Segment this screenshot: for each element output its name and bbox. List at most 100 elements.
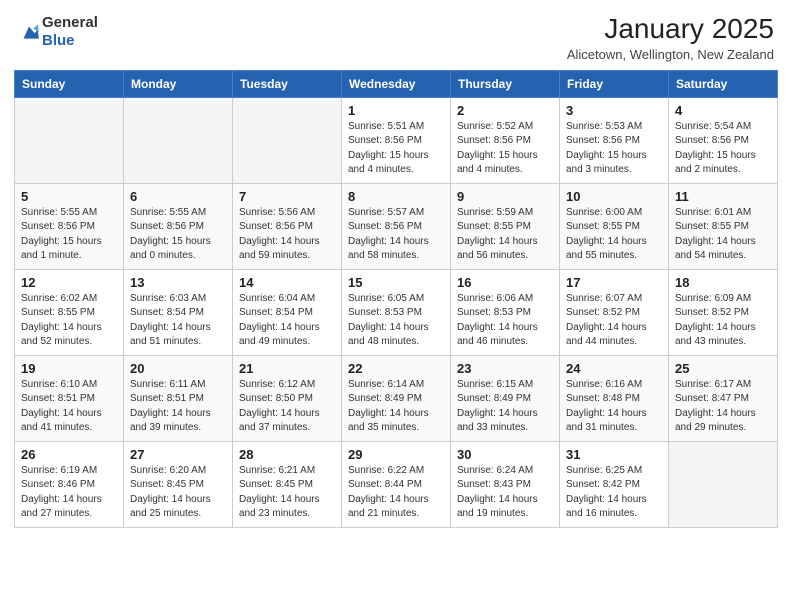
day-detail: Sunrise: 6:12 AMSunset: 8:50 PMDaylight:… bbox=[239, 378, 335, 436]
day-detail: Sunrise: 6:01 AMSunset: 8:55 PMDaylight:… bbox=[675, 206, 771, 264]
col-header-wednesday: Wednesday bbox=[342, 70, 451, 97]
day-cell: 15 Sunrise: 6:05 AMSunset: 8:53 PMDayligh… bbox=[342, 269, 451, 355]
day-cell: 28Sunrise: 6:21 AMSunset: 8:45 PMDayligh… bbox=[233, 441, 342, 527]
day-cell: 8 Sunrise: 5:57 AMSunset: 8:56 PMDaylight… bbox=[342, 183, 451, 269]
day-number: 8 bbox=[348, 189, 444, 204]
day-number: 17 bbox=[566, 275, 662, 290]
calendar-subtitle: Alicetown, Wellington, New Zealand bbox=[567, 47, 774, 62]
day-number: 10 bbox=[566, 189, 662, 204]
week-row-4: 19 Sunrise: 6:10 AMSunset: 8:51 PMDayligh… bbox=[15, 355, 778, 441]
day-detail: Sunrise: 5:55 AMSunset: 8:56 PMDaylight:… bbox=[21, 206, 117, 264]
day-detail: Sunrise: 6:22 AMSunset: 8:44 PMDaylight:… bbox=[348, 464, 444, 522]
calendar-body: 1 Sunrise: 5:51 AMSunset: 8:56 PMDaylight… bbox=[15, 97, 778, 527]
day-cell bbox=[233, 97, 342, 183]
day-number: 29 bbox=[348, 447, 444, 462]
day-detail: Sunrise: 6:20 AMSunset: 8:45 PMDaylight:… bbox=[130, 464, 226, 522]
day-cell: 30 Sunrise: 6:24 AMSunset: 8:43 PMDayligh… bbox=[451, 441, 560, 527]
day-cell bbox=[124, 97, 233, 183]
day-number: 15 bbox=[348, 275, 444, 290]
day-detail: Sunrise: 6:07 AMSunset: 8:52 PMDaylight:… bbox=[566, 292, 662, 350]
day-cell: 9 Sunrise: 5:59 AMSunset: 8:55 PMDaylight… bbox=[451, 183, 560, 269]
logo-general: General bbox=[42, 14, 98, 31]
day-detail: Sunrise: 6:06 AMSunset: 8:53 PMDaylight:… bbox=[457, 292, 553, 350]
day-detail: Sunrise: 6:14 AMSunset: 8:49 PMDaylight:… bbox=[348, 378, 444, 436]
col-header-saturday: Saturday bbox=[669, 70, 778, 97]
day-number: 31 bbox=[566, 447, 662, 462]
day-number: 19 bbox=[21, 361, 117, 376]
day-detail: Sunrise: 6:24 AMSunset: 8:43 PMDaylight:… bbox=[457, 464, 553, 522]
day-cell: 14Sunrise: 6:04 AMSunset: 8:54 PMDayligh… bbox=[233, 269, 342, 355]
day-detail: Sunrise: 6:11 AMSunset: 8:51 PMDaylight:… bbox=[130, 378, 226, 436]
day-number: 6 bbox=[130, 189, 226, 204]
day-cell: 6 Sunrise: 5:55 AMSunset: 8:56 PMDaylight… bbox=[124, 183, 233, 269]
day-cell: 23Sunrise: 6:15 AMSunset: 8:49 PMDayligh… bbox=[451, 355, 560, 441]
week-row-5: 26Sunrise: 6:19 AMSunset: 8:46 PMDayligh… bbox=[15, 441, 778, 527]
day-number: 24 bbox=[566, 361, 662, 376]
day-cell: 3Sunrise: 5:53 AMSunset: 8:56 PMDaylight… bbox=[560, 97, 669, 183]
day-number: 25 bbox=[675, 361, 771, 376]
day-detail: Sunrise: 6:25 AMSunset: 8:42 PMDaylight:… bbox=[566, 464, 662, 522]
day-detail: Sunrise: 6:03 AMSunset: 8:54 PMDaylight:… bbox=[130, 292, 226, 350]
day-cell bbox=[669, 441, 778, 527]
calendar-wrap: SundayMondayTuesdayWednesdayThursdayFrid… bbox=[0, 70, 792, 538]
day-cell: 17 Sunrise: 6:07 AMSunset: 8:52 PMDayligh… bbox=[560, 269, 669, 355]
day-cell: 31 Sunrise: 6:25 AMSunset: 8:42 PMDayligh… bbox=[560, 441, 669, 527]
day-number: 2 bbox=[457, 103, 553, 118]
title-block: January 2025 Alicetown, Wellington, New … bbox=[567, 14, 774, 62]
day-detail: Sunrise: 5:56 AMSunset: 8:56 PMDaylight:… bbox=[239, 206, 335, 264]
day-number: 5 bbox=[21, 189, 117, 204]
day-number: 27 bbox=[130, 447, 226, 462]
day-detail: Sunrise: 6:21 AMSunset: 8:45 PMDaylight:… bbox=[239, 464, 335, 522]
day-number: 7 bbox=[239, 189, 335, 204]
col-header-thursday: Thursday bbox=[451, 70, 560, 97]
day-cell: 13Sunrise: 6:03 AMSunset: 8:54 PMDayligh… bbox=[124, 269, 233, 355]
day-cell bbox=[15, 97, 124, 183]
day-cell: 20Sunrise: 6:11 AMSunset: 8:51 PMDayligh… bbox=[124, 355, 233, 441]
day-cell: 2 Sunrise: 5:52 AMSunset: 8:56 PMDaylight… bbox=[451, 97, 560, 183]
page: General Blue January 2025 Alicetown, Wel… bbox=[0, 0, 792, 612]
day-detail: Sunrise: 6:10 AMSunset: 8:51 PMDaylight:… bbox=[21, 378, 117, 436]
day-number: 21 bbox=[239, 361, 335, 376]
header-row: SundayMondayTuesdayWednesdayThursdayFrid… bbox=[15, 70, 778, 97]
day-number: 22 bbox=[348, 361, 444, 376]
calendar-table: SundayMondayTuesdayWednesdayThursdayFrid… bbox=[14, 70, 778, 528]
day-detail: Sunrise: 6:09 AMSunset: 8:52 PMDaylight:… bbox=[675, 292, 771, 350]
day-number: 4 bbox=[675, 103, 771, 118]
day-cell: 29 Sunrise: 6:22 AMSunset: 8:44 PMDayligh… bbox=[342, 441, 451, 527]
day-detail: Sunrise: 6:02 AMSunset: 8:55 PMDaylight:… bbox=[21, 292, 117, 350]
col-header-friday: Friday bbox=[560, 70, 669, 97]
week-row-1: 1 Sunrise: 5:51 AMSunset: 8:56 PMDaylight… bbox=[15, 97, 778, 183]
day-number: 3 bbox=[566, 103, 662, 118]
day-detail: Sunrise: 6:05 AMSunset: 8:53 PMDaylight:… bbox=[348, 292, 444, 350]
calendar-header: SundayMondayTuesdayWednesdayThursdayFrid… bbox=[15, 70, 778, 97]
day-detail: Sunrise: 6:16 AMSunset: 8:48 PMDaylight:… bbox=[566, 378, 662, 436]
header: General Blue January 2025 Alicetown, Wel… bbox=[0, 0, 792, 70]
col-header-tuesday: Tuesday bbox=[233, 70, 342, 97]
day-number: 12 bbox=[21, 275, 117, 290]
day-number: 26 bbox=[21, 447, 117, 462]
day-cell: 25 Sunrise: 6:17 AMSunset: 8:47 PMDayligh… bbox=[669, 355, 778, 441]
day-detail: Sunrise: 6:00 AMSunset: 8:55 PMDaylight:… bbox=[566, 206, 662, 264]
day-number: 16 bbox=[457, 275, 553, 290]
day-cell: 10 Sunrise: 6:00 AMSunset: 8:55 PMDayligh… bbox=[560, 183, 669, 269]
day-cell: 16 Sunrise: 6:06 AMSunset: 8:53 PMDayligh… bbox=[451, 269, 560, 355]
day-detail: Sunrise: 5:52 AMSunset: 8:56 PMDaylight:… bbox=[457, 120, 553, 178]
day-cell: 12 Sunrise: 6:02 AMSunset: 8:55 PMDayligh… bbox=[15, 269, 124, 355]
day-number: 9 bbox=[457, 189, 553, 204]
day-cell: 21 Sunrise: 6:12 AMSunset: 8:50 PMDayligh… bbox=[233, 355, 342, 441]
week-row-2: 5 Sunrise: 5:55 AMSunset: 8:56 PMDaylight… bbox=[15, 183, 778, 269]
day-detail: Sunrise: 6:17 AMSunset: 8:47 PMDaylight:… bbox=[675, 378, 771, 436]
day-number: 14 bbox=[239, 275, 335, 290]
day-detail: Sunrise: 5:57 AMSunset: 8:56 PMDaylight:… bbox=[348, 206, 444, 264]
day-number: 11 bbox=[675, 189, 771, 204]
day-detail: Sunrise: 5:55 AMSunset: 8:56 PMDaylight:… bbox=[130, 206, 226, 264]
col-header-monday: Monday bbox=[124, 70, 233, 97]
day-number: 1 bbox=[348, 103, 444, 118]
logo-icon bbox=[18, 21, 40, 43]
day-detail: Sunrise: 5:54 AMSunset: 8:56 PMDaylight:… bbox=[675, 120, 771, 178]
day-detail: Sunrise: 5:59 AMSunset: 8:55 PMDaylight:… bbox=[457, 206, 553, 264]
day-number: 30 bbox=[457, 447, 553, 462]
day-number: 23 bbox=[457, 361, 553, 376]
day-cell: 5 Sunrise: 5:55 AMSunset: 8:56 PMDaylight… bbox=[15, 183, 124, 269]
day-detail: Sunrise: 5:51 AMSunset: 8:56 PMDaylight:… bbox=[348, 120, 444, 178]
